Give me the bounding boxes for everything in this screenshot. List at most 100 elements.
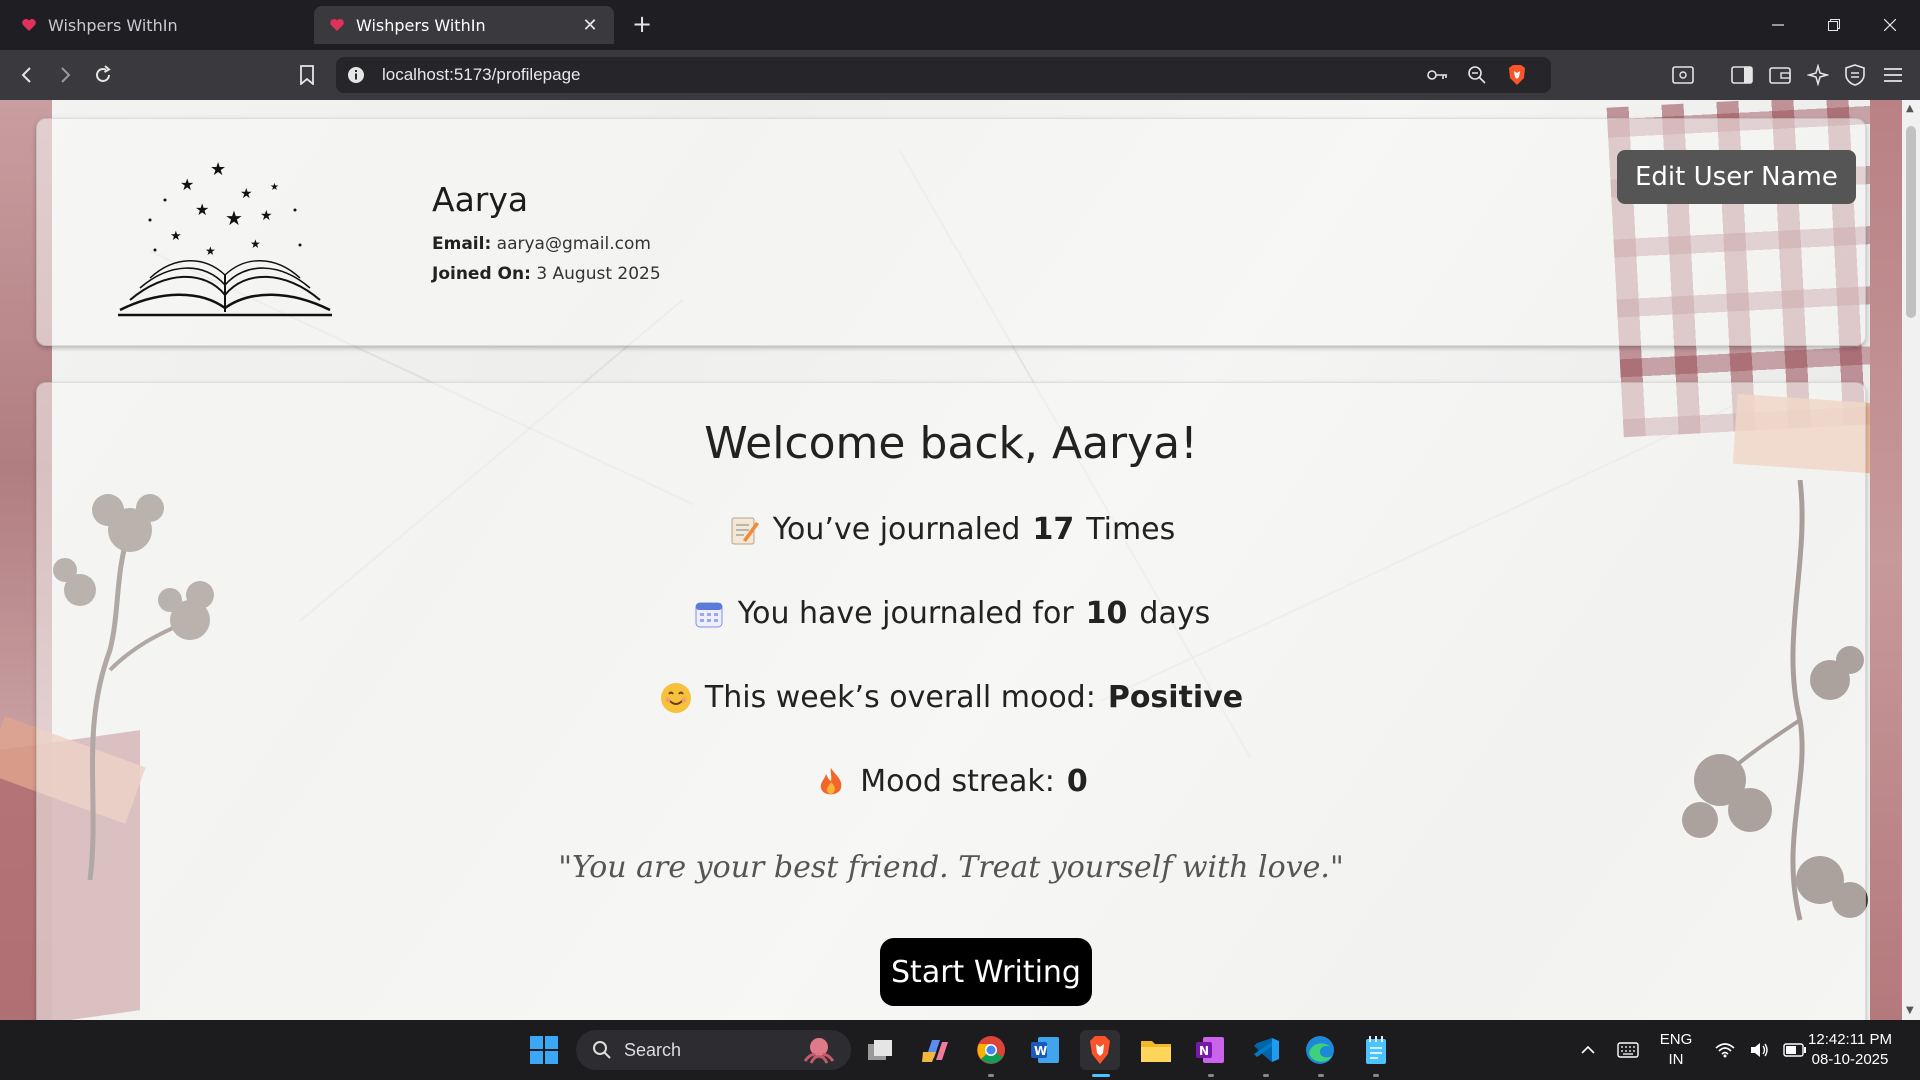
notepad-icon[interactable]	[1356, 1030, 1396, 1070]
menu-icon[interactable]	[1878, 60, 1908, 90]
password-key-icon[interactable]	[1427, 64, 1449, 86]
profile-username: Aarya	[432, 180, 529, 219]
mood-streak-stat: Mood streak: 0	[0, 764, 1902, 799]
journal-days-stat: You have journaled for 10 days	[0, 596, 1902, 631]
wifi-icon	[1715, 1043, 1735, 1058]
svg-text:★: ★	[180, 175, 194, 194]
joined-label: Joined On:	[432, 264, 531, 284]
profile-joined-date: Joined On: 3 August 2025	[432, 264, 661, 284]
svg-text:★: ★	[210, 159, 226, 180]
keyboard-icon[interactable]	[1610, 1030, 1646, 1070]
copilot-icon[interactable]	[915, 1030, 955, 1070]
journal-count-suffix: Times	[1086, 512, 1176, 547]
brave-browser-icon[interactable]	[1080, 1030, 1120, 1070]
clock-date: 08-10-2025	[1811, 1051, 1889, 1068]
journal-days-suffix: days	[1139, 596, 1211, 631]
fire-icon	[814, 765, 848, 799]
smiling-face-icon	[659, 681, 693, 715]
zoom-icon[interactable]	[1466, 64, 1488, 86]
scroll-down-arrow-icon[interactable]: ▼	[1906, 1006, 1916, 1016]
clock-time: 12:42:11 PM	[1808, 1031, 1892, 1048]
onenote-icon[interactable]: N	[1190, 1030, 1230, 1070]
show-hidden-icons-chevron-icon[interactable]	[1570, 1030, 1606, 1070]
edge-icon[interactable]	[1300, 1030, 1340, 1070]
forward-icon[interactable]	[50, 60, 80, 90]
weekly-mood-prefix: This week’s overall mood:	[704, 680, 1096, 715]
svg-text:★: ★	[225, 206, 243, 230]
volume-icon	[1751, 1043, 1768, 1057]
task-view-icon[interactable]	[860, 1030, 900, 1070]
journal-days-prefix: You have journaled for	[737, 596, 1074, 631]
back-icon[interactable]	[12, 60, 42, 90]
page-scrollbar[interactable]: ▲ ▼	[1902, 100, 1920, 1020]
minimize-window-button[interactable]	[1750, 0, 1806, 50]
site-info-icon[interactable]	[346, 65, 366, 85]
svg-text:★: ★	[270, 182, 279, 193]
taskbar-search-label: Search	[624, 1039, 682, 1060]
svg-text:N: N	[1199, 1044, 1209, 1058]
journal-days-value: 10	[1085, 596, 1128, 631]
running-app-indicator	[1318, 1074, 1324, 1077]
scroll-up-arrow-icon[interactable]: ▲	[1906, 104, 1916, 114]
journal-count-prefix: You’ve journaled	[772, 512, 1021, 547]
running-app-indicator	[988, 1074, 994, 1077]
edit-user-name-button[interactable]: Edit User Name	[1617, 150, 1856, 204]
taskbar-clock[interactable]: 12:42:11 PM 08-10-2025	[1800, 1020, 1900, 1080]
start-writing-button[interactable]: Start Writing	[880, 938, 1092, 1006]
address-bar[interactable]: localhost:5173/profilepage	[336, 57, 1551, 93]
mood-streak-value: 0	[1066, 764, 1088, 799]
running-app-indicator	[1208, 1074, 1214, 1077]
browser-tab-active[interactable]: Wishpers WithIn ✕	[314, 6, 614, 44]
wallet-icon[interactable]	[1765, 60, 1795, 90]
browser-tab-strip: Wishpers WithIn Wishpers WithIn ✕ +	[0, 0, 1920, 50]
weekly-mood-stat: This week’s overall mood: Positive	[0, 680, 1902, 715]
email-label: Email:	[432, 234, 492, 254]
new-tab-button[interactable]: +	[628, 10, 656, 38]
svg-text:★: ★	[260, 208, 273, 224]
svg-text:★: ★	[170, 229, 182, 244]
heart-favicon-icon	[20, 16, 38, 34]
search-icon	[593, 1041, 611, 1059]
joined-value: 3 August 2025	[536, 264, 661, 284]
taskbar-search-box[interactable]: Search	[576, 1030, 851, 1070]
browser-toolbar: localhost:5173/profilepage	[0, 50, 1920, 100]
restore-window-button[interactable]	[1806, 0, 1862, 50]
windows-start-icon[interactable]	[524, 1030, 564, 1070]
scrollbar-thumb[interactable]	[1906, 126, 1916, 318]
running-app-indicator	[1263, 1074, 1269, 1077]
journal-count-stat: You’ve journaled 17 Times	[0, 512, 1902, 547]
chrome-icon[interactable]	[971, 1030, 1011, 1070]
calendar-icon	[692, 597, 726, 631]
sidebar-toggle-icon[interactable]	[1727, 60, 1757, 90]
language-code: ENG	[1659, 1031, 1693, 1048]
weekly-mood-value: Positive	[1107, 680, 1244, 715]
file-explorer-icon[interactable]	[1136, 1030, 1176, 1070]
svg-text:W: W	[1034, 1044, 1047, 1058]
tab-title: Wishpers WithIn	[48, 15, 178, 35]
vscode-icon[interactable]	[1246, 1030, 1286, 1070]
language-indicator[interactable]: ENG IN	[1659, 1020, 1693, 1080]
vpn-shield-icon[interactable]	[1840, 60, 1870, 90]
windows-taskbar: Search W N ENG IN 12:42:11 PM 08-10-2025	[0, 1020, 1920, 1080]
language-region: IN	[1668, 1051, 1684, 1068]
welcome-heading: Welcome back, Aarya!	[704, 418, 1198, 469]
svg-text:★: ★	[250, 237, 261, 251]
page-viewport: ★ ★ ★ ★ ★ ★ ★ ★ ★ ★ Aarya Email: aarya@gmail.…	[0, 100, 1902, 1020]
email-value: aarya@gmail.com	[496, 234, 651, 254]
svg-text:★: ★	[205, 244, 216, 258]
close-window-button[interactable]	[1862, 0, 1918, 50]
tab-title: Wishpers WithIn	[356, 15, 486, 35]
memo-icon	[727, 513, 761, 547]
motivational-quote: "You are your best friend. Treat yoursel…	[558, 850, 1344, 885]
reload-icon[interactable]	[88, 60, 118, 90]
open-book-avatar-icon: ★★ ★★ ★ ★ ★★ ★★	[118, 159, 332, 317]
brave-shields-icon[interactable]	[1506, 64, 1528, 86]
browser-tab[interactable]: Wishpers WithIn	[6, 6, 306, 44]
close-tab-icon[interactable]: ✕	[580, 15, 600, 36]
profile-email: Email: aarya@gmail.com	[432, 234, 651, 254]
reader-mode-icon[interactable]	[1668, 60, 1698, 90]
svg-text:★: ★	[240, 186, 253, 202]
leo-ai-icon[interactable]	[1803, 60, 1833, 90]
bookmark-icon[interactable]	[292, 60, 322, 90]
word-icon[interactable]: W	[1025, 1030, 1065, 1070]
